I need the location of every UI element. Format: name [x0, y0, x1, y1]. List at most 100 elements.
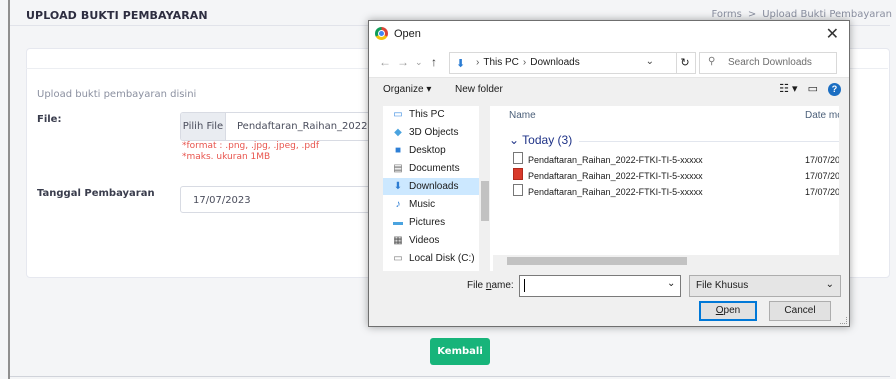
forward-arrow-icon[interactable]: → [397, 55, 409, 69]
navigation-pane: ▭ This PC ◆ 3D Objects ■ Desktop ▤ Documents… [383, 106, 493, 271]
horizontal-scroll-thumb[interactable] [507, 257, 687, 265]
search-input[interactable]: ⚲ Search Downloads [699, 52, 837, 74]
file-row[interactable]: Pendaftaran_Raihan_2022-FTKI-TI-5-xxxxx 1… [513, 152, 839, 168]
resize-grip-icon[interactable] [840, 317, 847, 324]
file-name-label-part: ame: [491, 280, 514, 291]
downloads-icon: ⬇ [393, 181, 403, 192]
file-name: Pendaftaran_Raihan_2022-FTKI-TI-5-xxxxx [528, 155, 703, 165]
3d-objects-icon: ◆ [394, 127, 402, 138]
page-left-border [8, 0, 10, 379]
nav-this-pc[interactable]: ▭ This PC [383, 106, 479, 123]
breadcrumb-current: Upload Bukti Pembayaran [762, 9, 892, 20]
nav-downloads[interactable]: ⬇ Downloads [383, 178, 479, 195]
file-name-label-part: File [467, 280, 486, 291]
word-file-icon [513, 152, 523, 164]
new-folder-button[interactable]: New folder [455, 84, 503, 95]
help-icon[interactable]: ? [828, 83, 841, 96]
documents-icon: ▤ [393, 163, 403, 174]
file-date: 17/07/202 [805, 171, 839, 181]
nav-3d-objects[interactable]: ◆ 3D Objects [383, 124, 479, 141]
payment-date-input[interactable]: 17/07/2023 [180, 186, 380, 213]
chevron-down-icon: ⌄ [825, 279, 834, 290]
address-row: ← → ⌄ ↑ ⬇ › This PC › Downloads ⌄ ↻ ⚲ Searc… [369, 47, 849, 78]
selected-file-name: Pendaftaran_Raihan_2022 [237, 121, 368, 132]
organize-button[interactable]: Organize ▾ [383, 84, 431, 95]
breadcrumb: Forms > Upload Bukti Pembayaran [711, 9, 892, 20]
dialog-title: Open [394, 28, 421, 40]
refresh-icon[interactable]: ↻ [675, 52, 696, 74]
nav-desktop[interactable]: ■ Desktop [383, 142, 479, 159]
file-label: File: [37, 114, 62, 125]
file-date: 17/07/202 [805, 155, 839, 165]
chevron-down-icon: ⌄ [509, 133, 523, 147]
back-button[interactable]: Kembali [430, 338, 490, 365]
file-name: Pendaftaran_Raihan_2022-FTKI-TI-5-xxxxx [528, 171, 703, 181]
file-name-dropdown-icon[interactable]: ⌄ [667, 278, 675, 289]
breadcrumb-forms[interactable]: Forms [711, 9, 741, 20]
recent-chevron-icon[interactable]: ⌄ [415, 57, 423, 68]
size-hint: *maks. ukuran 1MB [182, 152, 271, 162]
cancel-button[interactable]: Cancel [769, 301, 831, 321]
address-this-pc[interactable]: This PC [483, 57, 519, 68]
breadcrumb-separator: > [747, 9, 757, 20]
upload-description: Upload bukti pembayaran disini [37, 89, 197, 100]
nav-documents[interactable]: ▤ Documents [383, 160, 479, 177]
search-icon: ⚲ [708, 56, 716, 67]
disk-icon: ▭ [393, 253, 403, 264]
nav-label: 3D Objects [409, 127, 459, 138]
nav-label: Music [409, 199, 436, 210]
open-button[interactable]: Open [699, 301, 757, 321]
search-placeholder: Search Downloads [728, 57, 812, 68]
file-row[interactable]: Pendaftaran_Raihan_2022-FTKI-TI-5-xxxxx 1… [513, 184, 839, 200]
nav-label: This PC [409, 109, 445, 120]
group-header-today[interactable]: ⌄ Today (3) [509, 133, 572, 147]
file-type-select[interactable]: File Khusus ⌄ [689, 275, 841, 297]
open-button-label: pen [723, 305, 741, 316]
address-breadcrumb: › This PC › Downloads [476, 57, 580, 68]
view-options-icon[interactable]: ☷ ▾ [779, 83, 797, 95]
pdf-file-icon [513, 168, 523, 180]
nav-label: Desktop [409, 145, 446, 156]
group-label: Today (3) [522, 133, 573, 147]
open-button-accel: O [715, 305, 724, 316]
desktop-icon: ■ [394, 145, 402, 156]
open-file-dialog: Open ✕ ← → ⌄ ↑ ⬇ › This PC › Downloads ⌄ ↻ … [368, 20, 850, 327]
toolbar-right: ☷ ▾ ▭? [769, 82, 841, 96]
close-icon[interactable]: ✕ [826, 24, 839, 44]
nav-scroll-thumb[interactable] [481, 181, 489, 221]
file-name-label: File name: [467, 280, 514, 291]
nav-pictures[interactable]: ▬ Pictures [383, 214, 479, 231]
nav-local-disk[interactable]: ▭ Local Disk (C:) [383, 250, 479, 267]
format-hint: *format : .png, .jpg, .jpeg, .pdf [182, 141, 320, 151]
nav-label: Documents [409, 163, 460, 174]
up-arrow-icon[interactable]: ↑ [431, 55, 437, 69]
file-row[interactable]: Pendaftaran_Raihan_2022-FTKI-TI-5-xxxxx 1… [513, 168, 839, 184]
nav-label: Pictures [409, 217, 446, 228]
file-name-input[interactable] [519, 275, 681, 297]
music-icon: ♪ [395, 199, 401, 210]
column-header-date[interactable]: Date mod [805, 110, 839, 121]
bottom-divider [10, 376, 890, 377]
file-type-value: File Khusus [696, 280, 749, 291]
dialog-toolbar: Organize ▾ New folder ☷ ▾ ▭? [369, 78, 849, 102]
pc-icon: ▭ [393, 109, 403, 120]
downloads-folder-icon: ⬇ [456, 58, 466, 70]
file-input[interactable]: Pilih File Pendaftaran_Raihan_2022 [180, 112, 382, 141]
nav-music[interactable]: ♪ Music [383, 196, 479, 213]
file-date: 17/07/202 [805, 187, 839, 197]
preview-pane-icon[interactable]: ▭ [808, 83, 818, 95]
page-title: UPLOAD BUKTI PEMBAYARAN [26, 9, 208, 22]
file-list: Name Date mod ⌄ Today (3) Pendaftaran_Ra… [493, 106, 839, 266]
address-dropdown-icon[interactable]: ⌄ [646, 56, 654, 67]
dialog-title-bar: Open ✕ [369, 21, 849, 47]
word-file-icon [513, 184, 523, 196]
column-header-name[interactable]: Name [509, 110, 536, 121]
nav-videos[interactable]: ▦ Videos [383, 232, 479, 249]
group-divider [579, 141, 839, 142]
address-bar[interactable]: ⬇ › This PC › Downloads ⌄ [449, 52, 677, 74]
chrome-icon [375, 27, 388, 40]
address-downloads[interactable]: Downloads [530, 57, 579, 68]
back-arrow-icon[interactable]: ← [379, 55, 391, 69]
choose-file-button[interactable]: Pilih File [181, 113, 226, 140]
nav-label: Local Disk (C:) [409, 253, 475, 264]
